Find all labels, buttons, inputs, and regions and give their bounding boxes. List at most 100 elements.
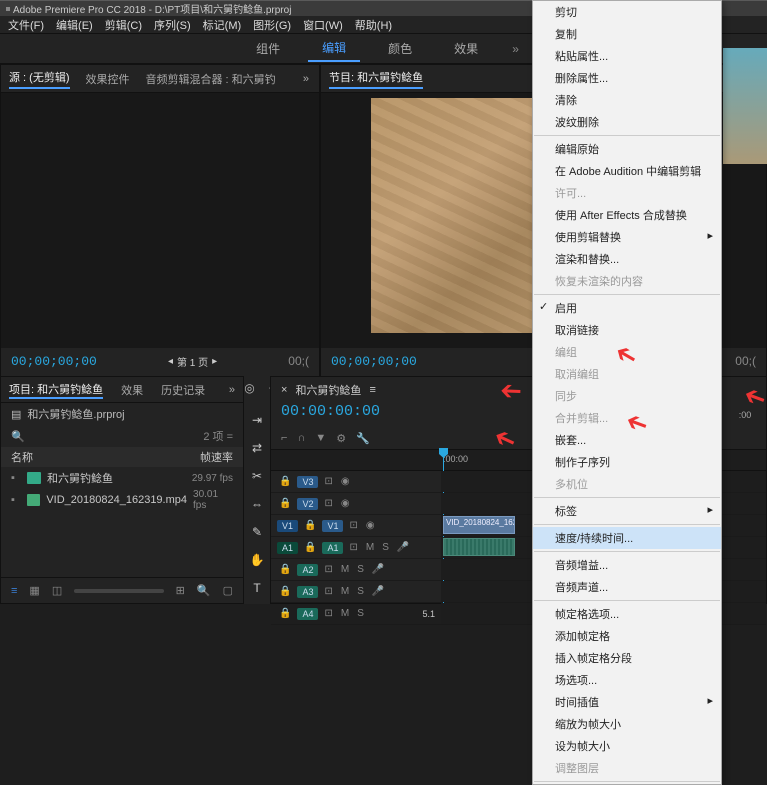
pen-tool-icon[interactable]: ✎ [249, 524, 265, 540]
ctx-item[interactable]: 帧定格选项... [533, 603, 721, 625]
program-tc-in[interactable]: 00;00;00;00 [331, 354, 417, 369]
ctx-item[interactable]: 编组 [533, 341, 721, 363]
ctx-item[interactable]: 渲染和替换... [533, 248, 721, 270]
tab-assemble[interactable]: 组件 [242, 36, 294, 61]
ctx-item[interactable]: 场选项... [533, 669, 721, 691]
ctx-item[interactable]: 设为帧大小 [533, 735, 721, 757]
menu-seq[interactable]: 序列(S) [148, 15, 197, 35]
new-bin-icon[interactable]: ▢ [223, 584, 233, 597]
panel-menu-icon[interactable]: » [303, 73, 311, 85]
ctx-item[interactable]: 取消编组 [533, 363, 721, 385]
menu-file[interactable]: 文件(F) [2, 15, 50, 35]
settings-icon[interactable]: ⚙ [336, 432, 346, 445]
col-name[interactable]: 名称 [11, 449, 200, 465]
ctx-item[interactable]: 删除属性... [533, 67, 721, 89]
ctx-item[interactable]: 波纹删除 [533, 111, 721, 133]
ctx-item[interactable]: 使用 After Effects 合成替换 [533, 204, 721, 226]
menu-clip[interactable]: 剪辑(C) [99, 15, 148, 35]
ctx-item[interactable]: 添加帧定格 [533, 625, 721, 647]
ctx-item[interactable]: 复制 [533, 23, 721, 45]
timeline-tc[interactable]: 00:00:00:00 [281, 403, 380, 420]
ctx-item[interactable]: 缩放为帧大小 [533, 713, 721, 735]
ctx-item[interactable]: 合并剪辑... [533, 407, 721, 429]
mic-icon[interactable]: 🎤 [370, 586, 386, 597]
ctx-item[interactable]: 编辑原始 [533, 138, 721, 160]
wrench-icon[interactable]: 🔧 [356, 432, 370, 445]
chevron-right-icon[interactable]: ▸ [212, 356, 217, 367]
bin-item[interactable]: ▪ 和六舅钓鲶鱼 29.97 fps [1, 467, 243, 489]
ctx-item[interactable]: 音频声道... [533, 576, 721, 598]
audio-mixer-tab[interactable]: 音频剪辑混合器 : 和六舅钓 [146, 71, 276, 87]
icon-view-icon[interactable]: ▦ [29, 584, 39, 597]
tab-effects[interactable]: 效果 [440, 36, 492, 61]
ctx-item[interactable]: 在 Adobe Audition 中编辑剪辑 [533, 160, 721, 182]
ctx-item[interactable]: 取消链接 [533, 319, 721, 341]
source-monitor[interactable] [1, 93, 319, 348]
find-icon[interactable]: 🔍 [197, 584, 211, 597]
mic-icon[interactable]: 🎤 [370, 564, 386, 575]
audio-clip[interactable] [443, 538, 515, 556]
program-tab[interactable]: 节目: 和六舅钓鲶鱼 [329, 69, 423, 89]
lock-icon[interactable]: 🔒 [277, 608, 293, 619]
menu-marker[interactable]: 标记(M) [197, 15, 248, 35]
tab-color[interactable]: 颜色 [374, 36, 426, 61]
marker-icon[interactable]: ▼ [315, 432, 326, 444]
ctx-item[interactable]: 清除 [533, 89, 721, 111]
search-icon[interactable]: 🔍 [11, 430, 25, 443]
menu-window[interactable]: 窗口(W) [297, 15, 349, 35]
hand-tool-icon[interactable]: ✋ [249, 552, 265, 568]
lock-icon[interactable]: 🔒 [277, 564, 293, 575]
ctx-item[interactable]: 恢复未渲染的内容 [533, 270, 721, 292]
export-frame-icon[interactable]: ◎ [244, 381, 254, 395]
ctx-item[interactable]: 多机位 [533, 473, 721, 495]
ctx-item[interactable]: 标签▸ [533, 500, 721, 522]
ctx-item[interactable]: 许可... [533, 182, 721, 204]
zoom-slider[interactable] [74, 589, 163, 593]
chevron-left-icon[interactable]: ◂ [168, 356, 173, 367]
menu-edit[interactable]: 编辑(E) [50, 15, 99, 35]
menu-graphic[interactable]: 图形(G) [247, 15, 297, 35]
ctx-item[interactable]: 使用剪辑替换▸ [533, 226, 721, 248]
lock-icon[interactable]: 🔒 [277, 586, 293, 597]
snap-icon[interactable]: ⌐ [281, 432, 287, 444]
fx-controls-tab[interactable]: 效果控件 [86, 71, 130, 87]
bin-item[interactable]: ▪ VID_20180824_162319.mp4 30.01 fps [1, 489, 243, 511]
lock-icon[interactable]: 🔒 [302, 520, 318, 531]
ctx-item[interactable]: 调整图层 [533, 757, 721, 779]
ctx-item[interactable]: ✓启用 [533, 297, 721, 319]
workspace-overflow-icon[interactable]: » [506, 42, 525, 56]
type-tool-icon[interactable]: T [249, 580, 265, 596]
col-fps[interactable]: 帧速率 [200, 449, 233, 465]
ctx-item[interactable]: 粘贴属性... [533, 45, 721, 67]
list-view-icon[interactable]: ≡ [11, 585, 17, 597]
ctx-item[interactable]: 剪切 [533, 1, 721, 23]
link-icon[interactable]: ∩ [297, 432, 305, 444]
ctx-item[interactable]: 嵌套... [533, 429, 721, 451]
ctx-item[interactable]: 时间插值▸ [533, 691, 721, 713]
razor-tool-icon[interactable]: ✂ [249, 468, 265, 484]
effects-tab[interactable]: 效果 [121, 382, 143, 398]
ctx-item[interactable]: 速度/持续时间... [533, 527, 721, 549]
ctx-item[interactable]: 插入帧定格分段 [533, 647, 721, 669]
auto-seq-icon[interactable]: ⊞ [176, 584, 185, 597]
timeline-tab[interactable]: 和六舅钓鲶鱼 [295, 382, 361, 398]
freeform-view-icon[interactable]: ◫ [52, 584, 62, 597]
source-tc-in[interactable]: 00;00;00;00 [11, 354, 97, 369]
slip-tool-icon[interactable]: ⇔ [249, 496, 265, 512]
mic-icon[interactable]: 🎤 [395, 542, 411, 553]
source-tab[interactable]: 源 : (无剪辑) [9, 69, 70, 89]
tab-edit[interactable]: 编辑 [308, 35, 360, 62]
menu-help[interactable]: 帮助(H) [349, 15, 398, 35]
ctx-item[interactable]: 音频增益... [533, 554, 721, 576]
project-tab[interactable]: 项目: 和六舅钓鲶鱼 [9, 381, 103, 399]
panel-menu-icon[interactable]: » [229, 384, 235, 396]
lock-icon[interactable]: 🔒 [302, 542, 318, 553]
lock-icon[interactable]: 🔒 [277, 498, 293, 509]
history-tab[interactable]: 历史记录 [161, 382, 205, 398]
ripple-tool-icon[interactable]: ⇄ [249, 440, 265, 456]
lock-icon[interactable]: 🔒 [277, 476, 293, 487]
project-breadcrumb[interactable]: 和六舅钓鲶鱼.prproj [27, 406, 124, 422]
ctx-item[interactable]: 制作子序列 [533, 451, 721, 473]
track-select-tool-icon[interactable]: ⇥ [249, 412, 265, 428]
ctx-item[interactable]: 同步 [533, 385, 721, 407]
